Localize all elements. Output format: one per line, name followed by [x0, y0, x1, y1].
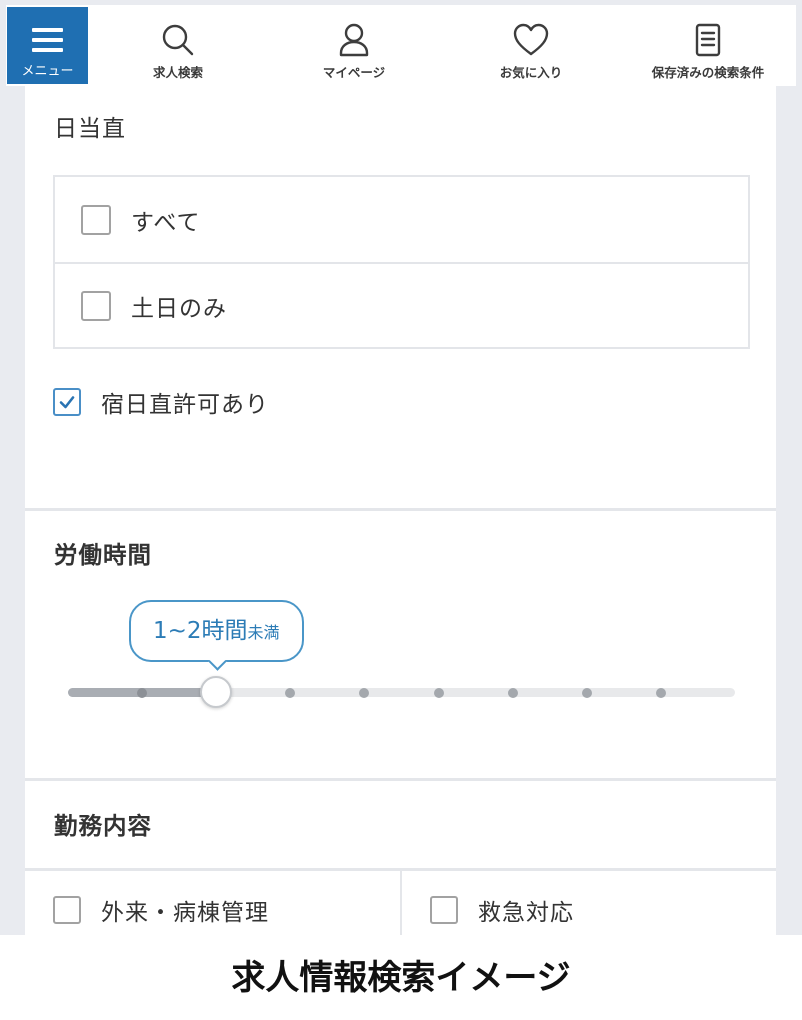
duty-permit-option[interactable]: 宿日直許可あり	[53, 388, 269, 418]
menu-button[interactable]: メニュー	[7, 7, 88, 84]
slider-tick[interactable]	[433, 687, 444, 698]
slider-track[interactable]	[68, 676, 735, 708]
section-divider	[25, 778, 776, 781]
option-label: 救急対応	[478, 900, 574, 926]
nav-saved-searches[interactable]: 保存済みの検索条件	[623, 5, 793, 86]
slider-tick[interactable]	[285, 687, 296, 698]
nav-label: 求人検索	[152, 65, 203, 80]
tooltip-pointer	[208, 652, 227, 671]
option-label: 土日のみ	[131, 295, 227, 322]
duty-options: すべて 土日のみ	[53, 175, 750, 349]
checkbox[interactable]	[81, 290, 111, 321]
document-icon	[695, 23, 721, 57]
search-form: 日当直 すべて 土日のみ 宿日直許可あり 労働時間 1~2時間未満 勤務内容 外…	[25, 86, 776, 935]
nav-my-page[interactable]: マイページ	[269, 5, 439, 86]
person-icon	[339, 23, 369, 57]
slider-tick[interactable]	[655, 687, 666, 698]
top-navigation: メニュー 求人検索 マイページ お気に入り 保存済みの検索条件	[6, 5, 796, 86]
nav-label: 保存済みの検索条件	[651, 65, 765, 80]
section-title-hours: 労働時間	[54, 541, 152, 569]
slider-tooltip: 1~2時間未満	[128, 600, 304, 671]
checkbox[interactable]	[53, 896, 81, 924]
option-label: すべて	[131, 209, 201, 236]
work-option-outpatient-ward[interactable]: 外来・病棟管理	[53, 896, 269, 926]
menu-label: メニュー	[21, 64, 74, 79]
slider-knob[interactable]	[200, 676, 233, 708]
checkbox[interactable]	[81, 204, 111, 235]
search-icon	[162, 24, 194, 56]
slider-tick[interactable]	[137, 687, 148, 698]
column-divider	[400, 870, 402, 935]
heart-icon	[513, 23, 549, 56]
nav-label: マイページ	[322, 65, 386, 80]
section-divider	[25, 508, 776, 511]
option-label: 宿日直許可あり	[101, 392, 269, 418]
section-title-work: 勤務内容	[54, 812, 152, 840]
slider-tick[interactable]	[359, 687, 370, 698]
nav-favorites[interactable]: お気に入り	[446, 5, 616, 86]
checkbox[interactable]	[430, 896, 458, 924]
slider-value: 1~2時間	[152, 618, 248, 644]
checkbox[interactable]	[53, 388, 81, 416]
option-label: 外来・病棟管理	[101, 900, 269, 926]
image-caption: 求人情報検索イメージ	[231, 958, 571, 998]
slider-tick[interactable]	[507, 687, 518, 698]
duty-option-all[interactable]: すべて	[55, 177, 748, 262]
slider-value-suffix: 未満	[247, 623, 280, 642]
work-option-emergency[interactable]: 救急対応	[430, 896, 574, 926]
duty-option-weekend[interactable]: 土日のみ	[55, 262, 748, 347]
section-title-duty: 日当直	[54, 116, 126, 142]
nav-label: お気に入り	[499, 65, 563, 80]
slider-tick[interactable]	[581, 687, 592, 698]
nav-job-search[interactable]: 求人検索	[93, 5, 263, 86]
app-screenshot: メニュー 求人検索 マイページ お気に入り 保存済みの検索条件 日当直 すべて …	[0, 0, 802, 935]
